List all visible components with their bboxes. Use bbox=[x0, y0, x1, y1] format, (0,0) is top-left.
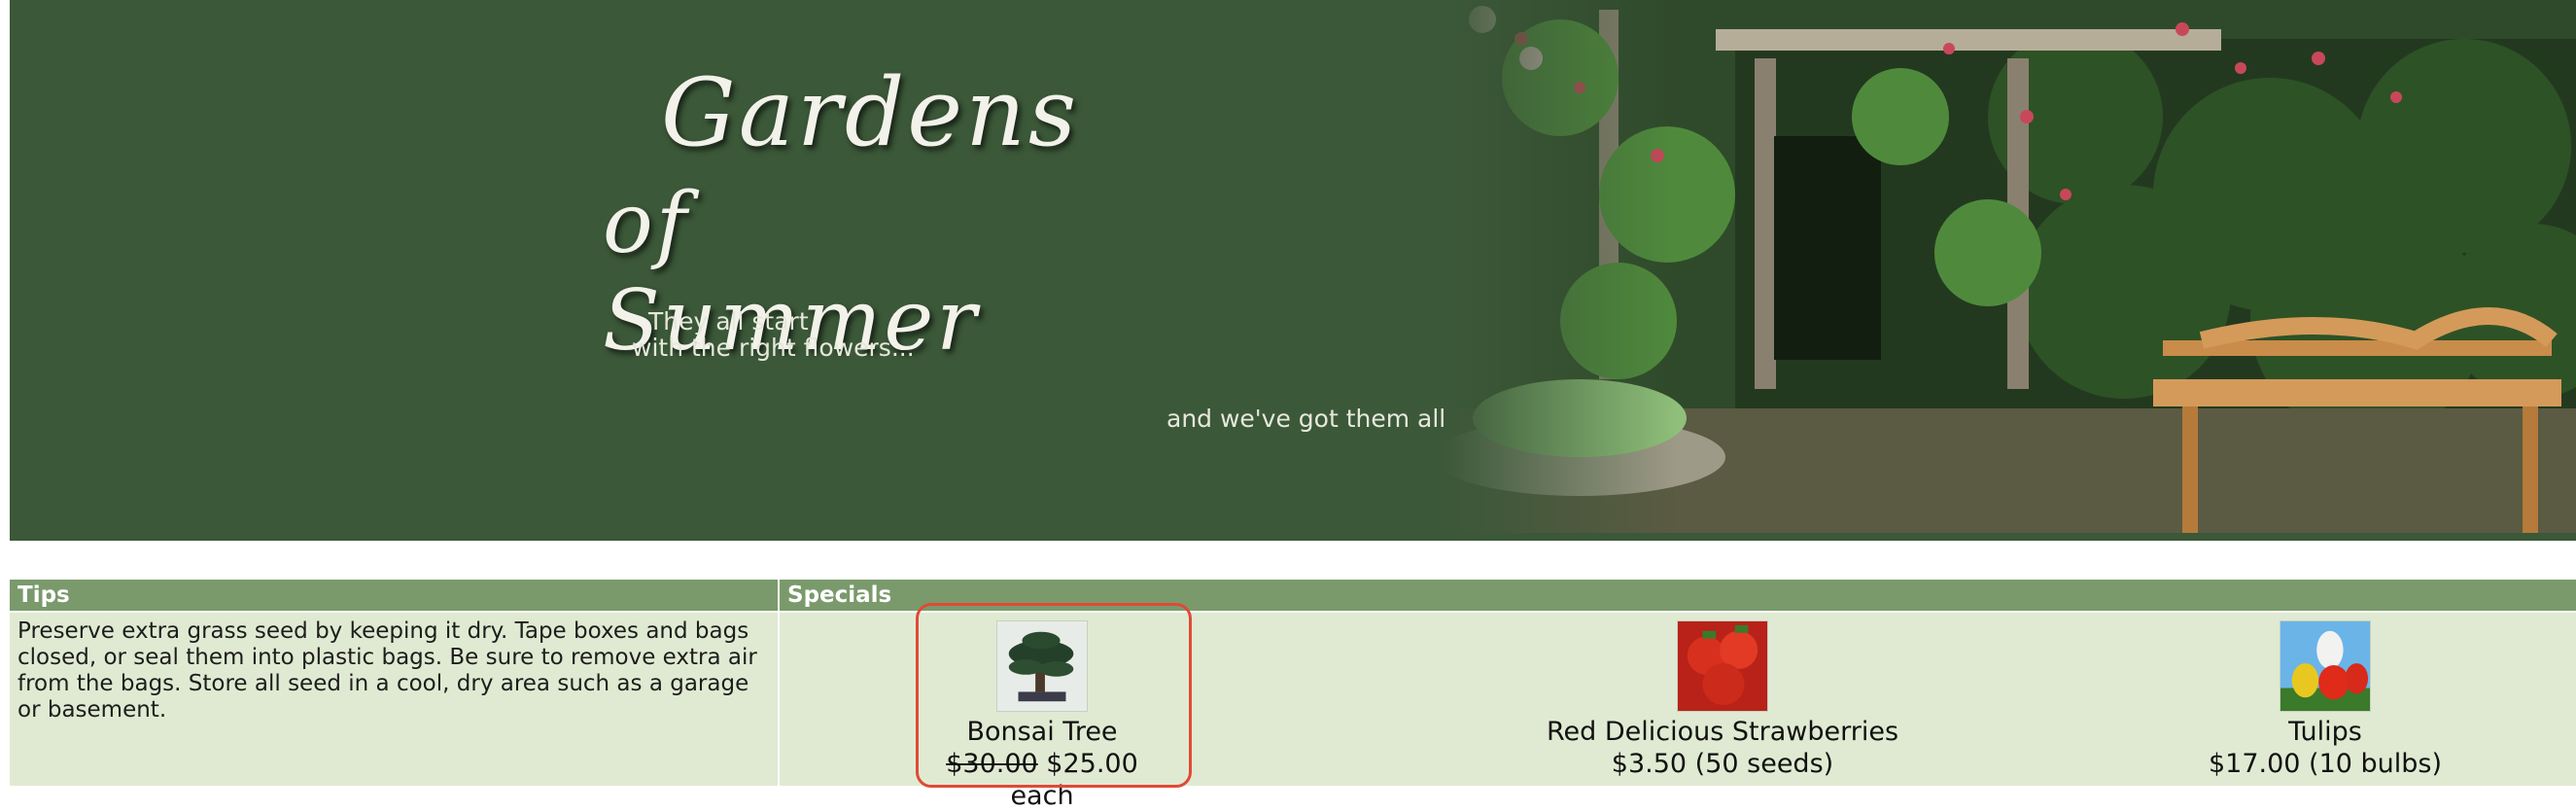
special-price-tulips: $17.00 (10 bulbs) bbox=[2208, 749, 2443, 779]
special-price-strawberries: $3.50 (50 seeds) bbox=[1611, 749, 1834, 779]
logo-line-gardens: Gardens bbox=[661, 58, 1080, 167]
special-name-tulips: Tulips bbox=[2288, 717, 2362, 747]
bonsai-highlight-outline bbox=[916, 603, 1192, 788]
special-name-strawberries: Red Delicious Strawberries bbox=[1546, 717, 1899, 747]
tagline-line1: They all start bbox=[648, 307, 809, 335]
site-banner: Gardens of Summer They all start with th… bbox=[10, 0, 2576, 541]
strawberries-icon[interactable] bbox=[1677, 620, 1768, 712]
tagline-line3: and we've got them all bbox=[1166, 405, 1446, 433]
site-logo[interactable]: Gardens of Summer bbox=[593, 58, 1076, 370]
tulips-icon[interactable] bbox=[2280, 620, 2371, 712]
content-table: Tips Specials Preserve extra grass seed … bbox=[10, 580, 2576, 811]
special-item-tulips[interactable]: Tulips $17.00 (10 bulbs) bbox=[2150, 613, 2500, 780]
tips-header: Tips bbox=[10, 580, 778, 611]
photo-fade bbox=[1444, 0, 1677, 533]
special-item-strawberries[interactable]: Red Delicious Strawberries $3.50 (50 see… bbox=[1509, 613, 1936, 780]
tips-text: Preserve extra grass seed by keeping it … bbox=[10, 613, 778, 786]
tagline-line2: with the right flowers... bbox=[632, 334, 915, 362]
page-left-margin bbox=[0, 0, 10, 809]
